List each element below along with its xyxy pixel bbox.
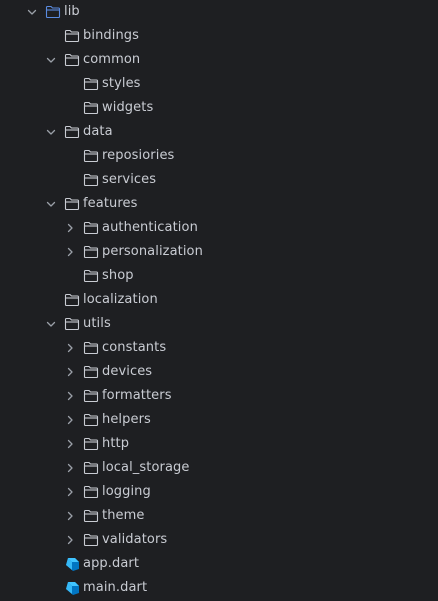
- chevron-right-icon[interactable]: [64, 366, 76, 378]
- tree-item-label: authentication: [102, 220, 198, 235]
- chevron-right-icon[interactable]: [64, 342, 76, 354]
- tree-row-main-dart[interactable]: main.dart: [0, 576, 438, 600]
- tree-item-label: logging: [102, 484, 151, 499]
- chevron-down-icon[interactable]: [45, 54, 57, 66]
- tree-item-label: main.dart: [83, 580, 148, 595]
- tree-row-bindings[interactable]: bindings: [0, 24, 438, 48]
- chevron-right-icon[interactable]: [64, 222, 76, 234]
- folder-icon: [83, 412, 99, 428]
- tree-item-label: devices: [102, 364, 153, 379]
- tree-row-helpers[interactable]: helpers: [0, 408, 438, 432]
- folder-icon: [64, 196, 80, 212]
- tree-item-label: services: [102, 172, 157, 187]
- chevron-right-icon[interactable]: [64, 462, 76, 474]
- folder-icon: [64, 292, 80, 308]
- tree-item-label: bindings: [83, 28, 140, 43]
- tree-row-local-storage[interactable]: local_storage: [0, 456, 438, 480]
- tree-item-label: lib: [64, 4, 80, 19]
- tree-item-label: features: [83, 196, 138, 211]
- chevron-right-icon[interactable]: [64, 414, 76, 426]
- tree-item-label: formatters: [102, 388, 172, 403]
- tree-item-label: http: [102, 436, 130, 451]
- chevron-down-icon[interactable]: [45, 318, 57, 330]
- tree-row-http[interactable]: http: [0, 432, 438, 456]
- tree-row-theme[interactable]: theme: [0, 504, 438, 528]
- tree-item-label: utils: [83, 316, 111, 331]
- tree-row-data[interactable]: data: [0, 120, 438, 144]
- chevron-down-icon[interactable]: [45, 198, 57, 210]
- tree-row-app-dart[interactable]: app.dart: [0, 552, 438, 576]
- folder-icon: [83, 148, 99, 164]
- tree-row-services[interactable]: services: [0, 168, 438, 192]
- tree-row-devices[interactable]: devices: [0, 360, 438, 384]
- tree-row-logging[interactable]: logging: [0, 480, 438, 504]
- tree-item-label: app.dart: [83, 556, 140, 571]
- folder-icon: [83, 508, 99, 524]
- chevron-right-icon[interactable]: [64, 486, 76, 498]
- folder-icon: [83, 460, 99, 476]
- tree-row-authentication[interactable]: authentication: [0, 216, 438, 240]
- tree-row-formatters[interactable]: formatters: [0, 384, 438, 408]
- dart-file-icon: [64, 556, 80, 572]
- folder-icon: [83, 172, 99, 188]
- tree-row-utils[interactable]: utils: [0, 312, 438, 336]
- folder-icon: [83, 220, 99, 236]
- tree-item-label: shop: [102, 268, 134, 283]
- folder-icon: [83, 436, 99, 452]
- dart-file-icon: [64, 580, 80, 596]
- folder-icon: [45, 4, 61, 20]
- tree-row-personalization[interactable]: personalization: [0, 240, 438, 264]
- tree-item-label: common: [83, 52, 141, 67]
- tree-row-lib[interactable]: lib: [0, 0, 438, 24]
- tree-row-reposiories[interactable]: reposiories: [0, 144, 438, 168]
- tree-item-label: data: [83, 124, 113, 139]
- chevron-right-icon[interactable]: [64, 390, 76, 402]
- folder-icon: [83, 268, 99, 284]
- tree-item-label: helpers: [102, 412, 151, 427]
- tree-item-label: personalization: [102, 244, 203, 259]
- tree-row-shop[interactable]: shop: [0, 264, 438, 288]
- chevron-right-icon[interactable]: [64, 534, 76, 546]
- tree-row-features[interactable]: features: [0, 192, 438, 216]
- chevron-down-icon[interactable]: [45, 126, 57, 138]
- folder-icon: [83, 364, 99, 380]
- tree-item-label: local_storage: [102, 460, 190, 475]
- folder-icon: [64, 28, 80, 44]
- folder-icon: [64, 124, 80, 140]
- folder-icon: [83, 532, 99, 548]
- tree-item-label: constants: [102, 340, 167, 355]
- tree-item-label: reposiories: [102, 148, 175, 163]
- chevron-right-icon[interactable]: [64, 246, 76, 258]
- folder-icon: [64, 52, 80, 68]
- folder-icon: [83, 340, 99, 356]
- folder-icon: [83, 388, 99, 404]
- chevron-right-icon[interactable]: [64, 438, 76, 450]
- tree-row-widgets[interactable]: widgets: [0, 96, 438, 120]
- tree-row-styles[interactable]: styles: [0, 72, 438, 96]
- tree-item-label: validators: [102, 532, 168, 547]
- tree-row-common[interactable]: common: [0, 48, 438, 72]
- tree-item-label: theme: [102, 508, 145, 523]
- tree-row-constants[interactable]: constants: [0, 336, 438, 360]
- chevron-down-icon[interactable]: [26, 6, 38, 18]
- tree-row-localization[interactable]: localization: [0, 288, 438, 312]
- chevron-right-icon[interactable]: [64, 510, 76, 522]
- folder-icon: [64, 316, 80, 332]
- tree-row-validators[interactable]: validators: [0, 528, 438, 552]
- folder-icon: [83, 100, 99, 116]
- folder-icon: [83, 484, 99, 500]
- tree-item-label: styles: [102, 76, 141, 91]
- tree-item-label: widgets: [102, 100, 154, 115]
- project-file-tree: lib bindings common styles widgets data reposi…: [0, 0, 438, 601]
- folder-icon: [83, 244, 99, 260]
- folder-icon: [83, 76, 99, 92]
- tree-item-label: localization: [83, 292, 158, 307]
